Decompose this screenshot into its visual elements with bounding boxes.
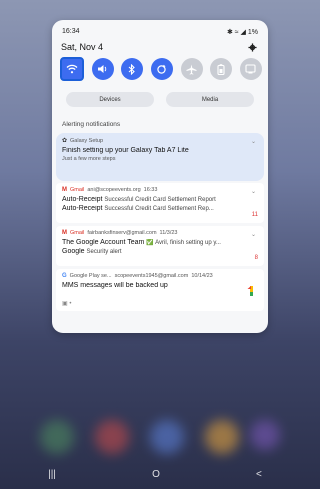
gmail-icon: M [62,187,67,193]
media-button[interactable]: Media [166,92,254,107]
chevron-down-icon[interactable]: ⌄ [251,138,256,145]
notification-app-line: M Gmail fairbanksfinserv@gmail.com 11/3/… [62,230,258,236]
battery-saver-toggle[interactable] [210,58,233,80]
wifi-icon [66,64,78,74]
airplane-toggle[interactable] [180,58,203,80]
navigation-bar: ||| O < [0,459,310,489]
notification-galaxy-setup[interactable]: ✿ Galaxy Setup ⌄ Finish setting up your … [56,133,264,181]
notification-gmail-2[interactable]: M Gmail fairbanksfinserv@gmail.com 11/3/… [56,226,264,266]
app-name: Google Play se... [69,273,112,279]
message-row: The Google Account Team ✅ Avril, finish … [62,239,258,246]
message-sender: Auto-Receipt [62,205,103,212]
message-row: Auto-Receipt Successful Credit Card Sett… [62,205,258,212]
section-header: Alerting notifications [62,121,121,128]
back-button[interactable]: < [256,469,262,480]
battery-icon [217,63,225,75]
home-button[interactable]: O [152,469,160,480]
message-sender: Google [62,248,85,255]
bluetooth-toggle[interactable] [121,58,144,80]
speaker-icon [98,65,107,73]
count-badge: 8 [254,255,258,261]
message-row: Auto-Receipt Successful Credit Card Sett… [62,196,258,203]
timestamp: 16:33 [143,187,158,193]
status-icons: ✱ ≈ ◢ 1% [226,29,258,36]
status-time: 16:34 [62,28,80,35]
wallpaper-blob [150,420,184,454]
notification-app-line: ✿ Galaxy Setup [62,137,258,145]
bluetooth-icon [128,63,136,75]
notification-panel: 16:34 ✱ ≈ ◢ 1% Sat, Nov 4 Devices Media … [52,20,268,333]
notification-app-line: M Gmail ani@scopeevents.org 16:33 [62,187,258,193]
chevron-down-icon[interactable]: ⌄ [251,188,256,195]
status-bar: 16:34 ✱ ≈ ◢ 1% [62,28,258,36]
auto-rotate-toggle[interactable] [150,58,173,80]
gear-icon: ✿ [62,138,68,144]
gmail-icon: M [62,230,67,236]
google-one-icon [247,286,253,296]
google-icon: G [62,273,67,279]
app-name: Galaxy Setup [70,137,104,144]
notification-app-line: G Google Play se... scopeevents1945@gmai… [62,273,258,279]
settings-gear-icon[interactable] [248,43,257,52]
wifi-toggle[interactable] [60,57,84,81]
message-subject: Successful Credit Card Settlement Report [104,197,216,203]
wallpaper-blob [40,420,74,454]
count-badge: 11 [251,212,258,218]
cast-icon [245,64,256,74]
notification-title: Finish setting up your Galaxy Tab A7 Lit… [62,147,189,154]
notification-title: MMS messages will be backed up [62,282,168,289]
app-name: Gmail [70,187,85,193]
date-label: Sat, Nov 4 [61,42,104,52]
message-subject: Security alert [86,249,122,255]
notification-subtitle: Just a few more steps [62,156,116,162]
timestamp: 11/3/23 [159,230,178,236]
message-sender: Auto-Receipt [62,196,103,203]
account: scopeevents1945@gmail.com [114,273,189,279]
cast-toggle[interactable] [239,58,262,80]
wallpaper-blob [205,420,239,454]
account: ani@scopeevents.org [87,187,141,193]
wallpaper-blob [250,420,280,450]
notification-google-play[interactable]: G Google Play se... scopeevents1945@gmai… [56,269,264,311]
sound-toggle[interactable] [91,58,114,80]
message-row: Google Security alert [62,248,258,255]
notification-gmail-1[interactable]: M Gmail ani@scopeevents.org 16:33 ⌄ Auto… [56,183,264,223]
timestamp: 10/14/23 [191,273,213,279]
message-sender: The Google Account Team [62,239,145,246]
devices-button[interactable]: Devices [66,92,154,107]
chevron-down-icon[interactable]: ⌄ [251,231,256,238]
wallpaper-blob [95,420,129,454]
mini-icons-row: ▣ • [62,301,72,307]
recents-button[interactable]: ||| [48,469,56,480]
rotate-icon [157,64,167,74]
airplane-icon [186,64,197,75]
app-name: Gmail [70,230,85,236]
account: fairbanksfinserv@gmail.com [87,230,157,236]
quick-settings-row [60,57,262,81]
message-subject: ✅ Avril, finish setting up y... [146,240,221,246]
message-subject: Successful Credit Card Settlement Rep... [104,206,214,212]
